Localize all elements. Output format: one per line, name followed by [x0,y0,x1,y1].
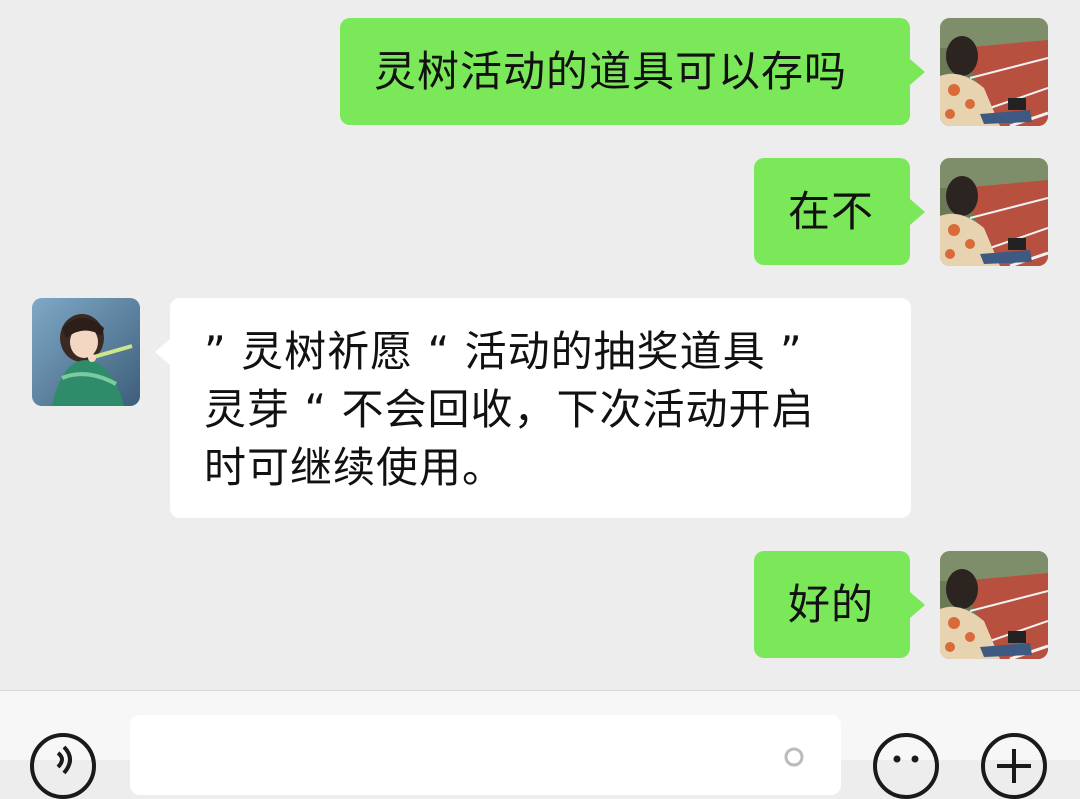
input-bar [0,690,1080,799]
contact-avatar-illustration [32,298,140,406]
chat-area[interactable]: 灵树活动的道具可以存吗 在不 ” 灵树祈愿 “ 活动的抽奖道具 ” 灵芽 “ 不… [0,0,1080,690]
message-bubble-incoming[interactable]: ” 灵树祈愿 “ 活动的抽奖道具 ” 灵芽 “ 不会回收，下次活动开启 时可继续… [170,298,911,518]
self-avatar-photo [940,551,1048,659]
message-text-line: ” 灵树祈愿 “ 活动的抽奖道具 ” [204,327,803,376]
contact-avatar[interactable] [32,298,140,406]
bubble-tail [910,59,925,85]
voice-button[interactable] [30,733,96,799]
voice-icon [56,745,72,775]
plus-button[interactable] [981,733,1047,799]
self-avatar[interactable] [940,551,1048,659]
self-avatar[interactable] [940,158,1048,266]
self-avatar[interactable] [940,18,1048,126]
plus-icon [997,749,1031,783]
bubble-tail [910,199,925,225]
message-input[interactable] [130,715,841,795]
emoji-icon [893,755,919,763]
bubble-tail [910,592,925,618]
message-text: 好的 [788,580,875,629]
message-text-line: 时可继续使用。 [204,443,506,492]
emoji-button[interactable] [873,733,939,799]
bubble-tail [155,339,170,365]
message-text-line: 灵芽 “ 不会回收，下次活动开启 [204,385,815,434]
message-text: 在不 [788,187,875,236]
self-avatar-photo [940,158,1048,266]
message-bubble-outgoing[interactable]: 灵树活动的道具可以存吗 [340,18,910,125]
message-bubble-outgoing[interactable]: 在不 [754,158,910,265]
message-bubble-outgoing[interactable]: 好的 [754,551,910,658]
message-text: 灵树活动的道具可以存吗 [374,47,848,96]
self-avatar-photo [940,18,1048,126]
search-hint-icon [784,747,804,767]
